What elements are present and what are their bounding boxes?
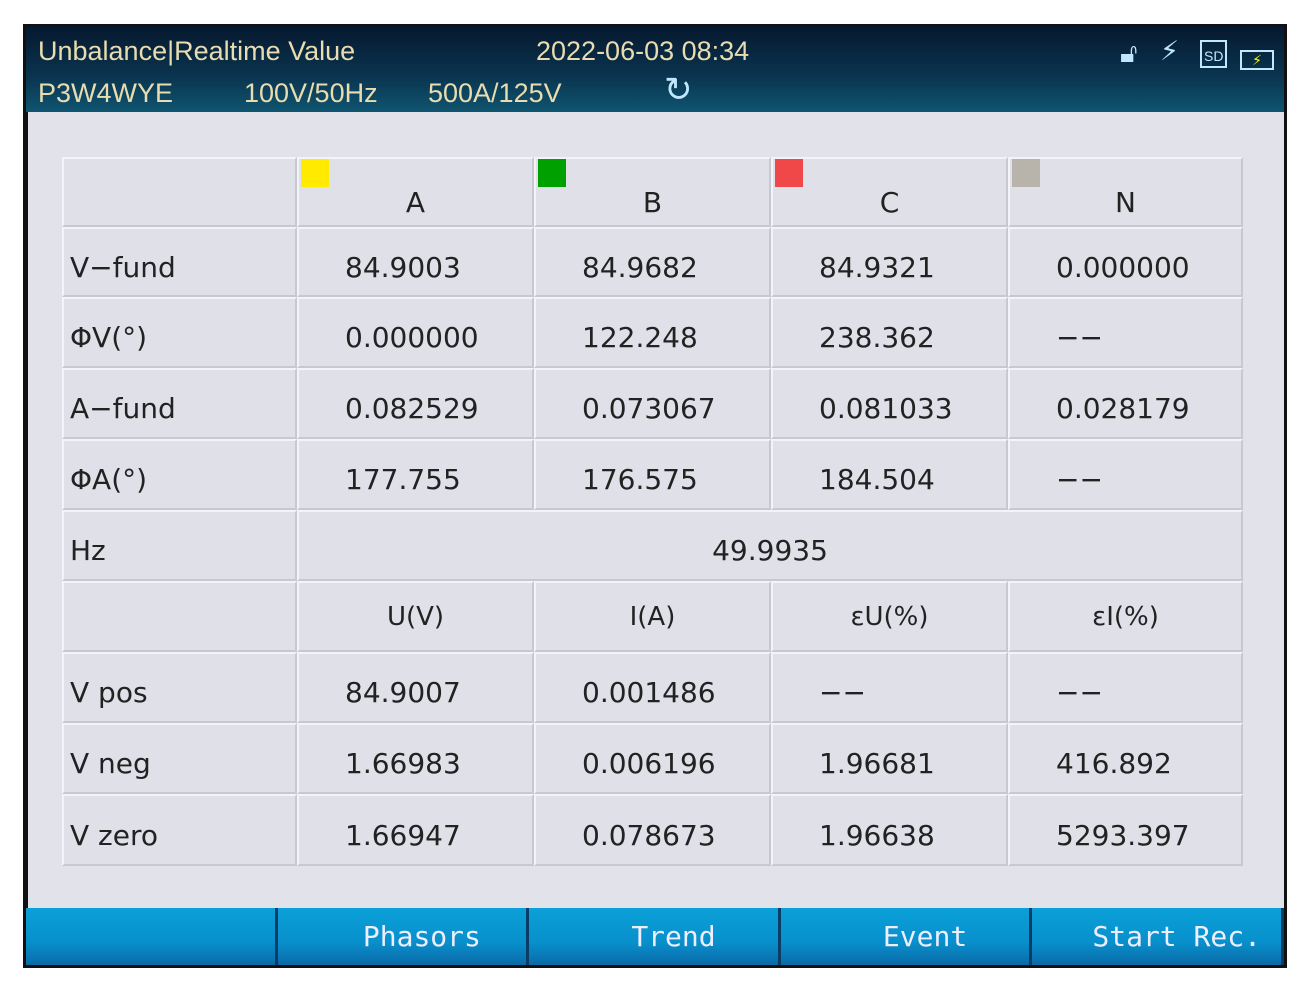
phase-color-swatch <box>301 159 329 187</box>
phase-label: C <box>879 185 900 219</box>
phase-color-swatch <box>538 159 566 187</box>
sd-card-icon: SD <box>1200 40 1228 68</box>
sequence-header: εU(%) <box>771 581 1008 652</box>
value-cell: −− <box>1008 652 1243 723</box>
value-cell: 0.000000 <box>297 297 534 368</box>
value-cell: 84.9321 <box>771 227 1008 297</box>
battery-charging-icon: ⚡︎ <box>1240 50 1274 70</box>
value-cell: −− <box>1008 297 1243 368</box>
row-label: ΦA(°) <box>62 439 297 510</box>
corner-cell <box>62 157 297 227</box>
running-icon: ⚡︎ <box>1160 36 1179 66</box>
value-cell: 0.081033 <box>771 368 1008 439</box>
value-cell: 0.006196 <box>534 723 771 794</box>
row-label: V neg <box>62 723 297 794</box>
sequence-header: εI(%) <box>1008 581 1243 652</box>
screen-title: Unbalance|Realtime Value <box>38 36 356 66</box>
value-cell: 122.248 <box>534 297 771 368</box>
value-cell: 84.9007 <box>297 652 534 723</box>
value-cell: 1.66983 <box>297 723 534 794</box>
value-cell: 84.9682 <box>534 227 771 297</box>
phase-header-n: N <box>1008 157 1243 227</box>
phase-header-a: A <box>297 157 534 227</box>
refresh-icon[interactable]: ↻ <box>664 70 693 110</box>
softkey-event[interactable]: Event <box>780 908 1033 965</box>
phase-header-c: C <box>771 157 1008 227</box>
unbalance-table: A B C N V−fund 84.9003 84.9682 84.9321 0.000000 Φ… <box>62 157 1243 866</box>
phase-color-swatch <box>1012 159 1040 187</box>
phase-label: A <box>405 185 426 219</box>
unlock-icon: 🔓︎ <box>1120 38 1138 68</box>
value-cell: 5293.397 <box>1008 794 1243 866</box>
softkey-bar: Phasors Trend Event Start Rec. <box>26 908 1284 965</box>
sequence-header: I(A) <box>534 581 771 652</box>
value-cell: 1.66947 <box>297 794 534 866</box>
phase-header-b: B <box>534 157 771 227</box>
value-cell: 0.028179 <box>1008 368 1243 439</box>
frequency-value: 49.9935 <box>297 510 1243 581</box>
value-cell: 416.892 <box>1008 723 1243 794</box>
softkey-start-rec-[interactable]: Start Rec. <box>1032 908 1284 965</box>
phase-color-swatch <box>775 159 803 187</box>
nominal-voltage: 100V/50Hz <box>244 78 378 108</box>
row-label: V zero <box>62 794 297 866</box>
value-cell: 0.001486 <box>534 652 771 723</box>
value-cell: 1.96681 <box>771 723 1008 794</box>
row-label: A−fund <box>62 368 297 439</box>
row-label: Hz <box>62 510 297 581</box>
datetime: 2022-06-03 08:34 <box>536 36 750 66</box>
value-cell: 238.362 <box>771 297 1008 368</box>
wiring-mode: P3W4WYE <box>38 78 174 108</box>
value-cell: 0.078673 <box>534 794 771 866</box>
row-label: V pos <box>62 652 297 723</box>
sequence-header: U(V) <box>297 581 534 652</box>
value-cell: 0.073067 <box>534 368 771 439</box>
value-cell: 176.575 <box>534 439 771 510</box>
row-label: ΦV(°) <box>62 297 297 368</box>
softkey-trend[interactable]: Trend <box>529 908 781 965</box>
value-cell: 177.755 <box>297 439 534 510</box>
value-cell: 84.9003 <box>297 227 534 297</box>
phase-label: B <box>642 185 663 219</box>
value-cell: 0.082529 <box>297 368 534 439</box>
phase-label: N <box>1115 185 1136 219</box>
value-cell: −− <box>1008 439 1243 510</box>
softkey-phasors[interactable]: Phasors <box>277 908 530 965</box>
value-cell: −− <box>771 652 1008 723</box>
value-cell: 1.96638 <box>771 794 1008 866</box>
status-header: Unbalance|Realtime Value 2022-06-03 08:3… <box>26 26 1284 112</box>
value-cell: 0.000000 <box>1008 227 1243 297</box>
clamp-range: 500A/125V <box>428 78 562 108</box>
corner-cell <box>62 581 297 652</box>
value-cell: 184.504 <box>771 439 1008 510</box>
row-label: V−fund <box>62 227 297 297</box>
softkey-blank[interactable] <box>26 908 278 965</box>
